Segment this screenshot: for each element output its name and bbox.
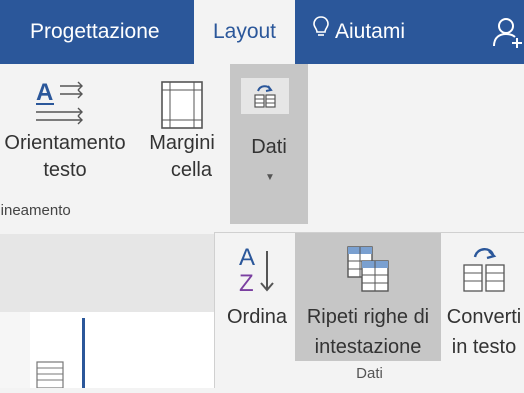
- ribbon-tab-bar: Progettazione Layout Aiutami: [0, 0, 524, 64]
- text-direction-button[interactable]: A Orientamento testo: [0, 78, 136, 184]
- convert-to-text-icon: [463, 248, 505, 292]
- ribbon-panel: A Orientamento testo Margini cella lline…: [0, 64, 524, 234]
- tab-layout[interactable]: Layout: [194, 0, 295, 64]
- cell-margins-button[interactable]: Margini cella: [142, 78, 222, 184]
- data-dropdown-panel: A Z Ordina Ripeti righe di intestazione: [214, 232, 524, 388]
- table-handle-icon[interactable]: [36, 360, 64, 389]
- cell-margins-label-2: cella: [170, 159, 212, 181]
- tab-design[interactable]: Progettazione: [30, 0, 160, 64]
- alignment-group-label: llineamento: [0, 202, 71, 219]
- sort-button[interactable]: A Z Ordina: [219, 233, 295, 361]
- svg-text:A: A: [36, 79, 53, 106]
- tab-help[interactable]: Aiutami: [313, 0, 405, 64]
- data-group-label: Dati: [356, 365, 383, 382]
- data-icon-box: [241, 78, 289, 114]
- cell-margins-label-1: Margini: [149, 132, 215, 154]
- text-direction-label-1: Orientamento: [4, 132, 126, 154]
- svg-text:Z: Z: [239, 270, 254, 295]
- text-direction-icon: A: [0, 78, 136, 130]
- share-user-icon[interactable]: [490, 16, 524, 48]
- sort-az-icon: A Z: [239, 244, 274, 295]
- sort-label: Ordina: [226, 306, 288, 328]
- text-direction-label-2: testo: [43, 159, 87, 181]
- svg-text:A: A: [239, 244, 255, 271]
- convert-to-text-label-1: Converti: [446, 306, 522, 328]
- repeat-header-rows-button[interactable]: Ripeti righe di intestazione: [295, 233, 441, 361]
- repeat-header-rows-label-1: Ripeti righe di: [306, 306, 430, 328]
- data-table-icon: [254, 85, 276, 108]
- convert-to-text-label-2: in testo: [451, 336, 517, 358]
- data-dropdown-button[interactable]: Dati ▼: [230, 64, 308, 224]
- text-cursor: [82, 318, 85, 388]
- chevron-down-icon: ▼: [265, 172, 275, 183]
- repeat-header-rows-icon: [347, 246, 389, 292]
- repeat-header-rows-label-2: intestazione: [314, 336, 422, 358]
- cell-margins-icon: [142, 78, 222, 130]
- lightbulb-icon: [313, 0, 329, 64]
- convert-to-text-button[interactable]: Converti in testo: [441, 233, 524, 361]
- page-left-margin: [0, 312, 30, 388]
- tab-help-label: Aiutami: [335, 20, 406, 43]
- data-button-label: Dati: [251, 136, 287, 158]
